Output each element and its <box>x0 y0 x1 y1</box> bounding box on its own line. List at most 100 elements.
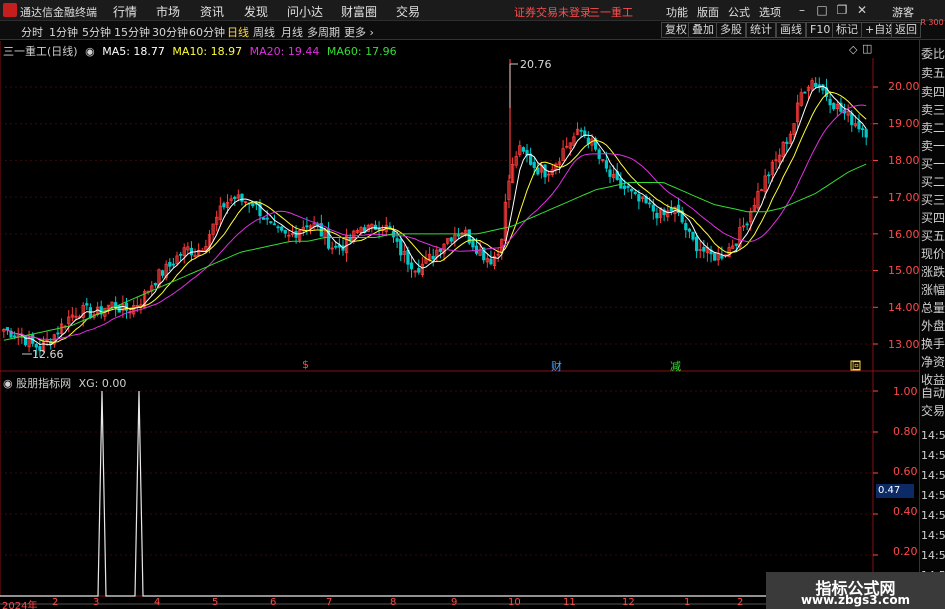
side-item-ask5[interactable]: 卖五 <box>921 65 945 81</box>
event-marker-finance[interactable]: 财 <box>551 358 562 374</box>
price-axis-label: 18.00 <box>888 154 920 167</box>
side-item-ask4[interactable]: 卖四 <box>921 84 945 100</box>
event-marker-repurchase[interactable]: 回 <box>852 359 861 372</box>
side-item-auto[interactable]: 自动 <box>921 385 945 401</box>
candle-body <box>395 238 399 242</box>
side-item-outer[interactable]: 外盘 <box>921 318 945 334</box>
side-item-bid3[interactable]: 买三 <box>921 192 945 208</box>
sub-chart-legend: ◉ 股朋指标网 XG: 0.00 <box>3 375 126 391</box>
candle-body <box>720 254 724 259</box>
price-axis-label: 13.00 <box>888 338 920 351</box>
high-annotation <box>509 63 518 108</box>
side-item-ask2[interactable]: 卖二 <box>921 120 945 136</box>
date-axis-label: 11 <box>563 597 576 608</box>
candle-body <box>305 225 309 228</box>
price-chart[interactable] <box>0 0 945 609</box>
side-item-net-assets[interactable]: 净资 <box>921 354 945 370</box>
xg-indicator-line <box>0 390 873 597</box>
sub-legend-icon[interactable]: ◉ <box>3 377 16 390</box>
candle-body <box>669 207 673 212</box>
date-axis-label: 12 <box>622 597 635 608</box>
date-axis-label: 9 <box>451 597 458 608</box>
candle-body <box>821 84 825 91</box>
candle-body <box>543 164 547 178</box>
date-axis-label: 6 <box>270 597 277 608</box>
candle-body <box>334 245 338 248</box>
candle-body <box>377 228 381 231</box>
candle-body <box>860 128 865 131</box>
xg-value: XG: 0.00 <box>78 377 127 390</box>
candle-body <box>785 141 789 144</box>
candle-body <box>637 194 641 202</box>
side-item-price[interactable]: 现价 <box>921 246 945 262</box>
side-item-bid5[interactable]: 买五 <box>921 228 945 244</box>
tick-time: 14:56 <box>921 549 945 562</box>
xg-signal-line <box>0 390 873 597</box>
side-item-turnover[interactable]: 换手 <box>921 336 945 352</box>
chart-grid <box>0 41 919 597</box>
candle-body <box>619 178 623 189</box>
tick-time: 14:56 <box>921 429 945 442</box>
date-axis-label: 10 <box>508 597 521 608</box>
side-item-trade[interactable]: 交易 <box>921 403 945 419</box>
ma60-label: MA60: 17.96 <box>326 45 397 58</box>
candle-body <box>713 252 717 261</box>
high-price-label: 20.76 <box>520 58 552 71</box>
candle-body <box>803 91 807 94</box>
candle-body <box>171 263 175 266</box>
side-item-bid-ratio[interactable]: 委比 <box>921 46 945 62</box>
side-item-bid1[interactable]: 买一 <box>921 156 945 172</box>
price-axis-label: 19.00 <box>888 117 920 130</box>
candle-body <box>438 248 443 252</box>
tick-time: 14:56 <box>921 509 945 522</box>
tick-time: 14:56 <box>921 449 945 462</box>
ma10-line <box>3 91 867 343</box>
event-marker-reduce[interactable]: 减 <box>670 358 681 374</box>
sub-axis-label: 0.80 <box>893 425 918 438</box>
candle-body <box>265 217 269 220</box>
date-axis-label: 7 <box>326 597 333 608</box>
candle-body <box>474 245 479 254</box>
candle-body <box>684 223 688 231</box>
candle-body <box>240 193 244 202</box>
candle-body <box>168 262 172 267</box>
date-axis-label: 1 <box>684 597 691 608</box>
candle-body <box>409 262 414 270</box>
candle-body <box>160 270 165 276</box>
candle-body <box>489 258 493 265</box>
side-item-change[interactable]: 涨跌 <box>921 264 945 280</box>
side-item-ask1[interactable]: 卖一 <box>921 138 945 154</box>
candle-body <box>34 343 38 348</box>
side-item-volume[interactable]: 总量 <box>921 300 945 316</box>
candle-body <box>850 113 854 125</box>
candle-body <box>85 303 89 306</box>
side-item-bid2[interactable]: 买二 <box>921 174 945 190</box>
candle-body <box>222 203 226 208</box>
candle-body <box>521 147 526 152</box>
current-value-badge: 0.47 <box>876 484 914 498</box>
side-item-change-pct[interactable]: 涨幅 <box>921 282 945 298</box>
quote-side-panel: 委比 卖五 卖四 卖三 卖二 卖一 买一 买二 买三 买四 买五 现价 涨跌 涨… <box>919 40 945 609</box>
candle-body <box>417 268 421 273</box>
candle-body <box>767 174 771 177</box>
candle-body <box>262 217 266 220</box>
event-marker-dividend[interactable]: $ <box>302 358 309 371</box>
tick-time: 14:56 <box>921 529 945 542</box>
date-axis-label: 3 <box>93 597 100 608</box>
watermark-url: www.zbgs3.com <box>800 593 911 607</box>
low-price-label: 12.66 <box>32 348 64 361</box>
diamond-icon[interactable]: ◇ <box>849 43 857 56</box>
candle-body <box>13 335 17 338</box>
side-item-bid4[interactable]: 买四 <box>921 210 945 226</box>
price-axis-label: 15.00 <box>888 264 920 277</box>
candle-body <box>272 223 277 226</box>
candle-body <box>406 249 410 265</box>
pin-icon[interactable]: ◫ <box>862 42 872 55</box>
watermark: 指标公式网 www.zbgs3.com <box>766 572 945 609</box>
chart-stock-name: 三一重工(日线) <box>3 45 78 58</box>
price-axis-label: 20.00 <box>888 80 920 93</box>
candle-body <box>280 226 284 231</box>
legend-dropdown-icon[interactable]: ◉ <box>85 45 95 58</box>
side-item-ask3[interactable]: 卖三 <box>921 102 945 118</box>
candle-body <box>269 221 273 224</box>
